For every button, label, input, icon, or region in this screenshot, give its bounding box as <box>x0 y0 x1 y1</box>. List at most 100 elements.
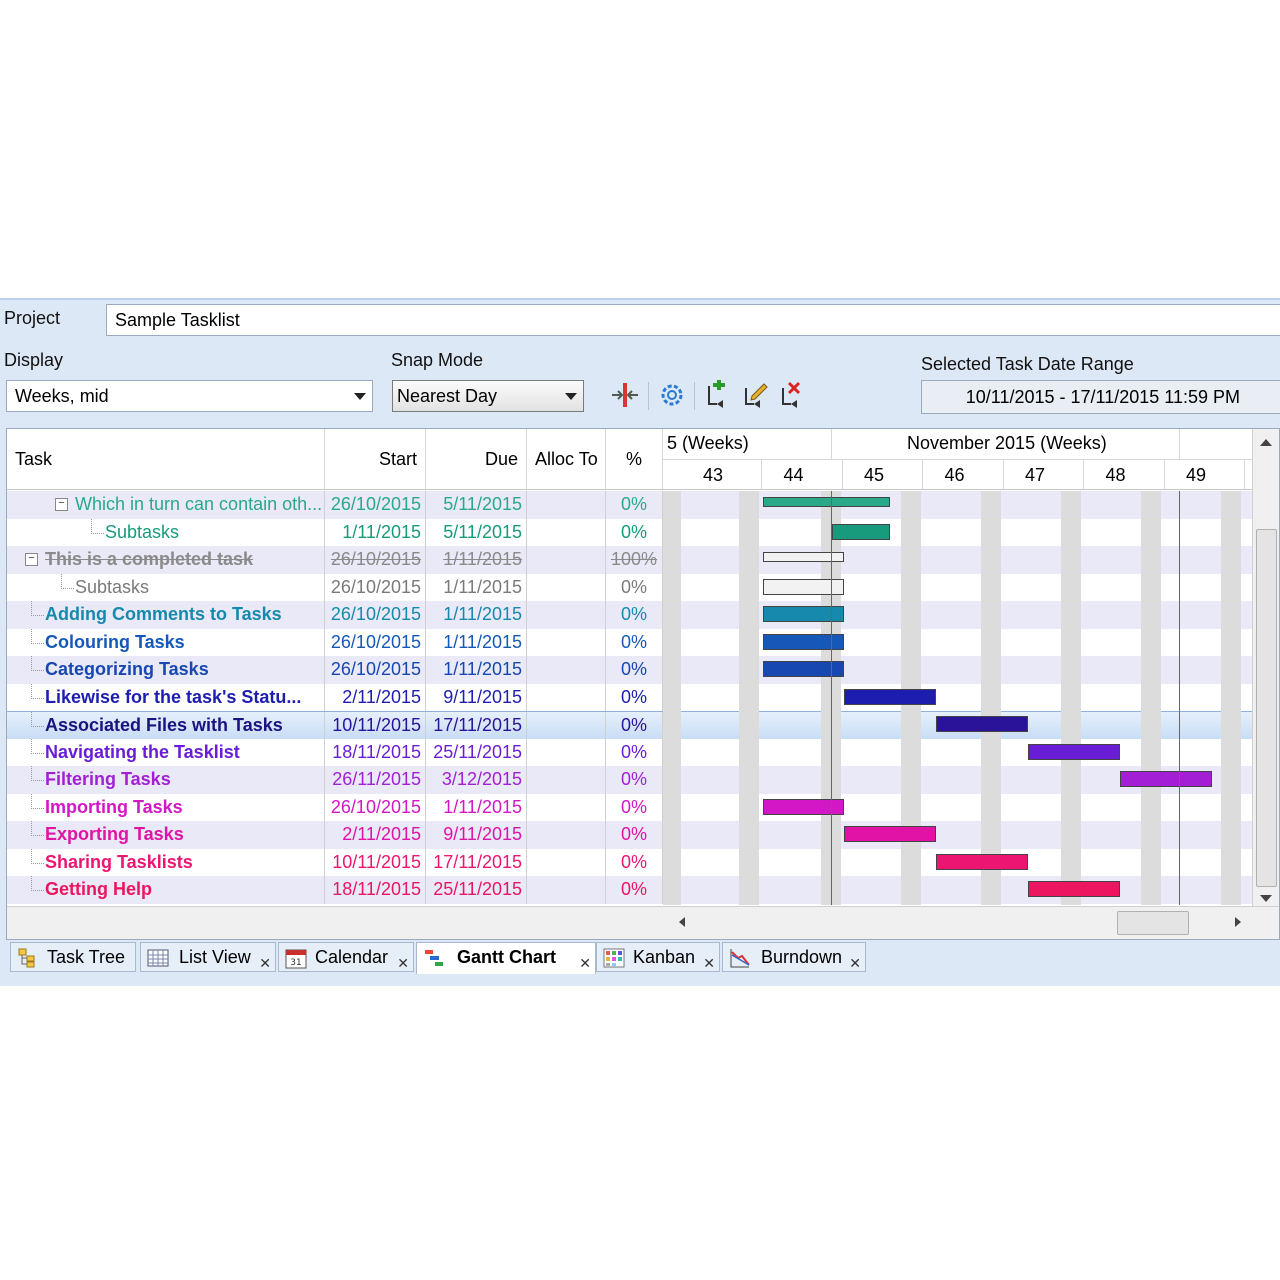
percent-cell: 0% <box>606 683 663 711</box>
alloc-to-cell <box>527 793 606 821</box>
snap-mode-value: Nearest Day <box>397 386 498 406</box>
task-tree-icon <box>18 948 35 968</box>
week-divider <box>922 459 923 489</box>
gantt-bar[interactable] <box>843 688 936 705</box>
percent-cell: 0% <box>606 876 663 904</box>
add-dependency-icon[interactable] <box>703 380 733 410</box>
due-date-cell: 5/11/2015 <box>426 518 527 546</box>
gantt-bar[interactable] <box>935 716 1028 732</box>
gantt-bar[interactable] <box>843 826 936 842</box>
tab-burndown[interactable]: Burndown ✕ <box>722 942 866 972</box>
percent-cell: 0% <box>606 738 663 766</box>
percent-cell: 0% <box>606 601 663 629</box>
tab-calendar[interactable]: 31 Calendar ✕ <box>278 942 414 972</box>
svg-text:31: 31 <box>290 958 301 968</box>
collapse-toggle-icon[interactable]: − <box>25 553 38 566</box>
scroll-right-icon[interactable] <box>1235 917 1241 927</box>
gantt-bar[interactable] <box>832 523 890 540</box>
timeline-month-label: November 2015 (Weeks) <box>907 433 1107 453</box>
due-date-cell: 1/11/2015 <box>426 793 527 821</box>
timeline-left-label: 5 (Weeks) <box>667 433 749 453</box>
gantt-grid: Task Start Due Alloc To % 5 (Weeks) Nove… <box>6 428 1280 940</box>
percent-cell: 0% <box>606 793 663 821</box>
horizontal-scrollbar[interactable] <box>7 906 1279 939</box>
horizontal-scroll-thumb[interactable] <box>1117 911 1189 935</box>
header-divider <box>831 429 832 459</box>
current-date-line <box>831 491 832 905</box>
start-date-cell: 26/10/2015 <box>325 601 426 629</box>
week-number-label: 49 <box>1186 465 1207 485</box>
gantt-bar[interactable] <box>1027 743 1120 760</box>
alloc-to-cell <box>527 656 606 684</box>
edit-dependency-icon[interactable] <box>740 380 770 410</box>
kanban-icon <box>603 948 625 968</box>
task-name-cell: This is a completed task <box>7 546 325 574</box>
non-working-column <box>1141 491 1161 905</box>
close-icon[interactable]: ✕ <box>259 949 271 977</box>
toolbar-separator <box>648 382 649 410</box>
tree-line <box>31 876 44 891</box>
due-date-cell: 1/11/2015 <box>426 546 527 574</box>
tab-gantt-chart[interactable]: Gantt Chart ✕ <box>416 942 596 974</box>
close-icon[interactable]: ✕ <box>579 949 591 977</box>
alloc-to-cell <box>527 518 606 546</box>
tab-label: List View <box>179 947 251 967</box>
scroll-down-icon[interactable] <box>1260 895 1272 902</box>
start-date-cell: 18/11/2015 <box>325 738 426 766</box>
due-date-cell: 9/11/2015 <box>426 821 527 849</box>
project-field[interactable]: Sample Tasklist <box>106 304 1280 336</box>
snap-mode-label: Snap Mode <box>391 350 484 370</box>
split-task-icon[interactable] <box>610 380 640 410</box>
header-divider <box>663 459 1253 460</box>
tab-task-tree[interactable]: Task Tree <box>10 942 136 972</box>
week-number-label: 43 <box>703 465 724 485</box>
snap-mode-select[interactable]: Nearest Day <box>392 380 584 412</box>
tree-line <box>31 656 44 671</box>
gantt-bar[interactable] <box>1119 771 1212 787</box>
task-name-cell: Colouring Tasks <box>7 628 325 656</box>
start-date-cell: 26/10/2015 <box>325 793 426 821</box>
start-date-cell: 10/11/2015 <box>325 712 426 740</box>
tree-line <box>31 738 44 754</box>
delete-dependency-icon[interactable] <box>777 380 807 410</box>
tab-label: Kanban <box>633 947 696 967</box>
vertical-scrollbar[interactable] <box>1252 429 1279 907</box>
column-header-percent[interactable]: % <box>606 429 663 489</box>
column-header-task[interactable]: Task <box>7 429 325 489</box>
tab-label: Gantt Chart <box>457 947 556 967</box>
tab-list-view[interactable]: List View ✕ <box>140 942 276 972</box>
tree-line <box>31 601 44 616</box>
column-header-due[interactable]: Due <box>426 429 527 489</box>
tree-line <box>31 683 44 699</box>
display-select[interactable]: Weeks, mid <box>6 380 373 412</box>
gantt-bar[interactable] <box>763 497 890 507</box>
display-label: Display <box>4 350 64 370</box>
display-value: Weeks, mid <box>15 386 109 406</box>
scroll-up-icon[interactable] <box>1260 439 1272 446</box>
percent-cell: 0% <box>606 712 663 740</box>
column-header-alloc-to[interactable]: Alloc To <box>527 429 606 489</box>
percent-cell: 0% <box>606 766 663 794</box>
close-icon[interactable]: ✕ <box>397 949 409 977</box>
calendar-icon: 31 <box>285 949 307 969</box>
alloc-to-cell <box>527 491 606 519</box>
vertical-scroll-thumb[interactable] <box>1256 529 1277 887</box>
column-header-start[interactable]: Start <box>325 429 426 489</box>
close-icon[interactable]: ✕ <box>849 949 861 977</box>
settings-icon[interactable] <box>657 380 687 410</box>
percent-cell: 0% <box>606 628 663 656</box>
tree-line <box>31 766 44 781</box>
timeline-header: 5 (Weeks) November 2015 (Weeks) 43 44 45 46… <box>663 429 1253 490</box>
gantt-bar[interactable] <box>1027 881 1120 897</box>
gantt-chart-icon <box>425 950 443 966</box>
alloc-to-cell <box>527 628 606 656</box>
start-date-cell: 26/10/2015 <box>325 628 426 656</box>
scroll-left-icon[interactable] <box>679 917 685 927</box>
gantt-bar[interactable] <box>935 853 1028 870</box>
task-name-cell: Filtering Tasks <box>7 766 325 794</box>
collapse-toggle-icon[interactable]: − <box>55 498 68 511</box>
percent-cell: 0% <box>606 848 663 876</box>
tab-kanban[interactable]: Kanban ✕ <box>596 942 720 972</box>
due-date-cell: 25/11/2015 <box>426 876 527 904</box>
close-icon[interactable]: ✕ <box>703 949 715 977</box>
